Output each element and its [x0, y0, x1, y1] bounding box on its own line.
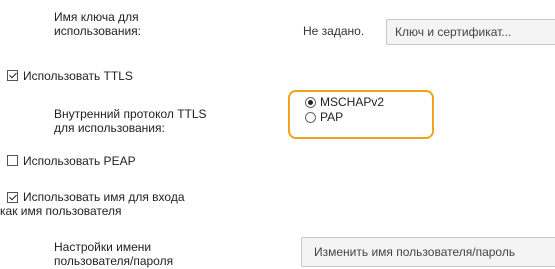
- credentials-label-line1: Настройки имени: [54, 240, 152, 254]
- use-login-name-label-line2: как имя пользователя: [0, 204, 122, 218]
- ttls-protocol-label: Внутренний протокол TTLS для использован…: [54, 107, 207, 135]
- key-name-value: Не задано.: [303, 24, 365, 38]
- credentials-label: Настройки имени пользователя/пароля: [54, 240, 173, 268]
- key-name-label-line1: Имя ключа для: [54, 10, 139, 24]
- credentials-label-line2: пользователя/пароля: [54, 254, 174, 268]
- pap-radio[interactable]: [305, 112, 316, 123]
- mschapv2-label[interactable]: MSCHAPv2: [320, 95, 384, 109]
- edit-credentials-button[interactable]: Изменить имя пользователя/пароль: [301, 237, 555, 267]
- use-login-name-label: Использовать имя для входа как имя польз…: [0, 190, 185, 218]
- ttls-protocol-label-line1: Внутренний протокол TTLS: [54, 107, 207, 121]
- use-login-name-label-line1: Использовать имя для входа: [23, 190, 185, 204]
- use-peap-checkbox[interactable]: [7, 155, 18, 166]
- key-certificate-button[interactable]: Ключ и сертификат...: [386, 19, 555, 45]
- use-ttls-checkbox[interactable]: [7, 70, 18, 81]
- mschapv2-radio[interactable]: [305, 97, 316, 108]
- key-name-label-line2: использования:: [54, 24, 141, 38]
- use-peap-label: Использовать PEAP: [23, 154, 136, 168]
- key-name-label: Имя ключа для использования:: [54, 10, 141, 38]
- ttls-protocol-label-line2: для использования:: [54, 121, 165, 135]
- pap-label[interactable]: PAP: [320, 110, 343, 124]
- use-ttls-label: Использовать TTLS: [23, 69, 133, 83]
